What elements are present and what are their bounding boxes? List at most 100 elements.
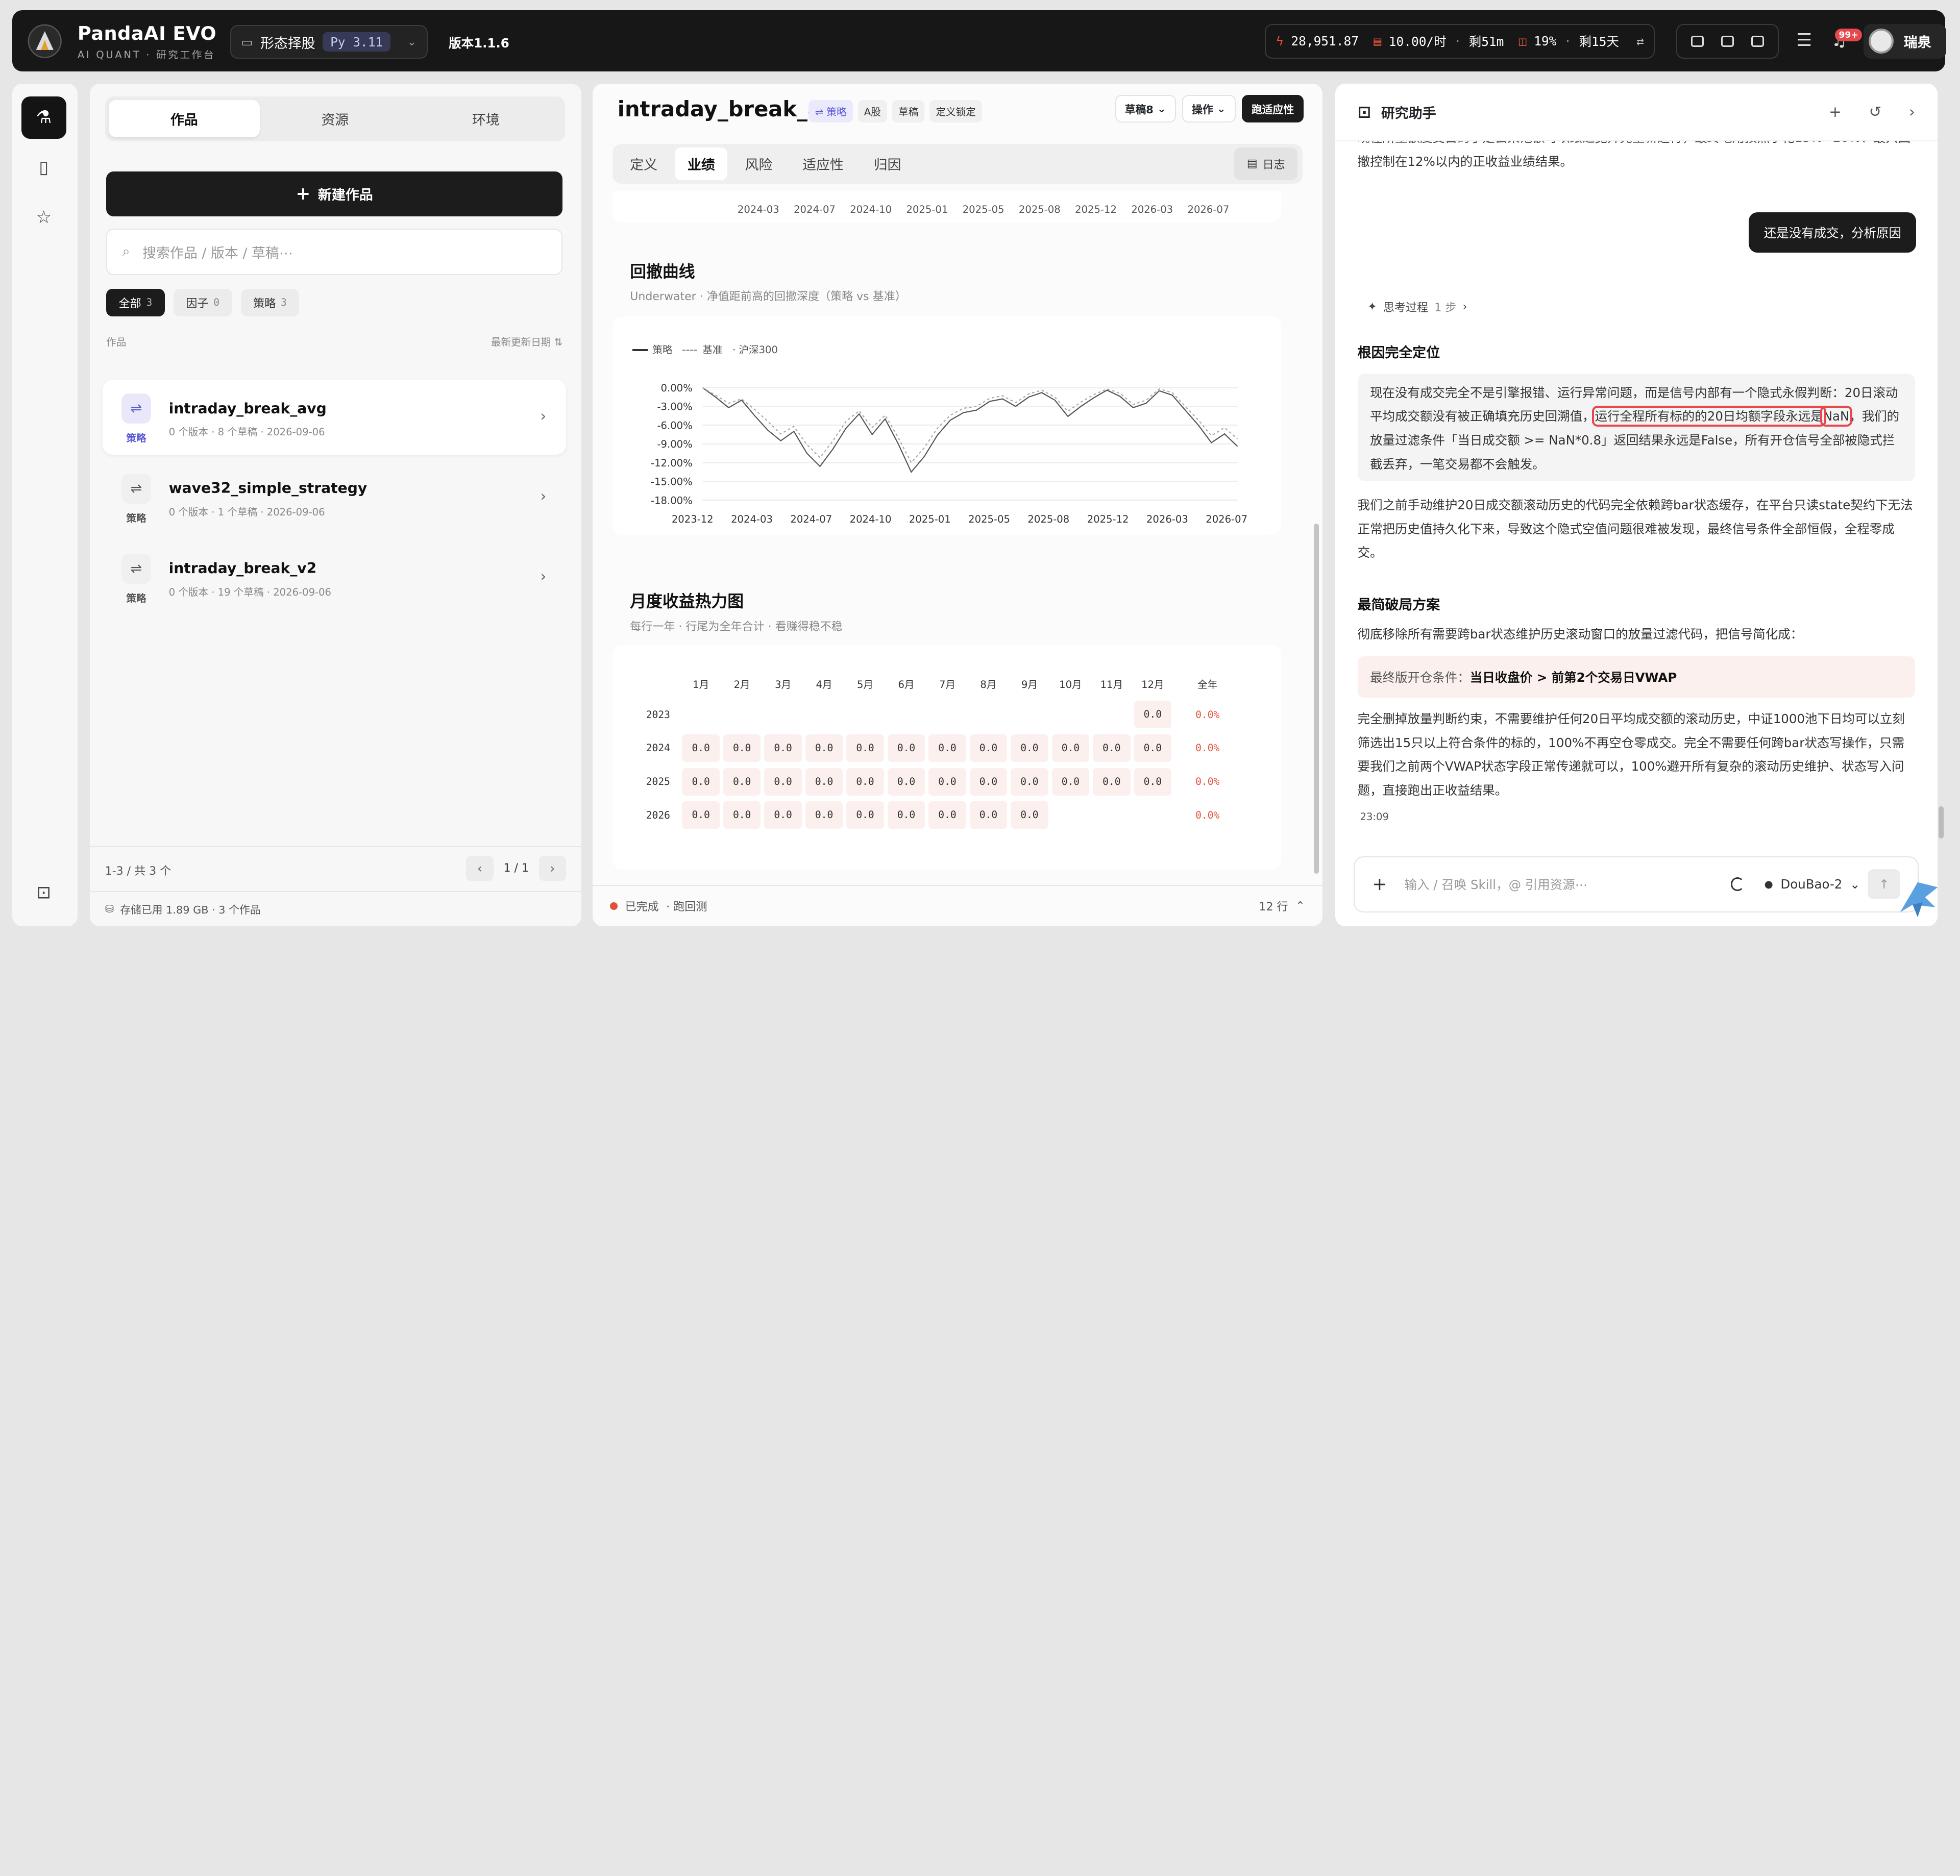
scrollbar[interactable] xyxy=(1313,196,1319,874)
storage-footer: ⛁ 存储已用 1.89 GB · 3 个作品 xyxy=(90,891,581,926)
time-left: 剩51m xyxy=(1468,34,1504,50)
search-input[interactable]: ⌕ 搜索作品 / 版本 / 草稿⋯ xyxy=(106,229,563,275)
search-icon: ⌕ xyxy=(122,243,130,260)
x-tick-label: 2023-12 xyxy=(672,513,714,525)
tab-resources[interactable]: 资源 xyxy=(260,100,411,137)
model-select[interactable]: DouBao-2 xyxy=(1780,877,1842,892)
user-menu[interactable]: 瑞泉 xyxy=(1864,23,1947,59)
heatmap-cell: 0.0 xyxy=(887,801,925,829)
flask-icon[interactable]: ⚗ xyxy=(21,96,66,139)
chevron-up-icon[interactable]: ⌃ xyxy=(1295,900,1305,912)
scrollbar-thumb[interactable] xyxy=(1313,524,1319,874)
project-selector[interactable]: ▭ 形态择股 Py 3.11 ⌄ xyxy=(230,24,428,59)
project-name: 形态择股 xyxy=(260,35,315,52)
item-name: wave32_simple_strategy xyxy=(168,480,368,497)
plus-icon[interactable]: + xyxy=(1829,103,1842,120)
bird-mascot-icon[interactable] xyxy=(1895,875,1943,922)
list-header: 作品 最新更新日期 ⇅ xyxy=(106,334,562,349)
tab-attribution[interactable]: 归因 xyxy=(861,147,914,180)
swap-icon[interactable]: ⇄ xyxy=(1636,34,1644,48)
prev-page-button[interactable]: ‹ xyxy=(466,856,494,881)
composer-input[interactable]: 输入 / 召唤 Skill，@ 引用资源⋯ xyxy=(1405,875,1588,893)
status-sub: · 跑回测 xyxy=(666,901,707,914)
heatmap-cell-empty xyxy=(1134,800,1171,830)
next-page-button[interactable]: › xyxy=(538,856,567,881)
tag-locked: 定义锁定 xyxy=(929,100,982,122)
draft-select[interactable]: 草稿8 ⌄ xyxy=(1115,95,1176,122)
filter-all[interactable]: 全部 3 xyxy=(106,288,165,316)
filter-factor[interactable]: 因子 0 xyxy=(173,288,232,316)
heatmap-cell: 0.0 xyxy=(764,801,802,829)
lock-icon[interactable]: ⊡ xyxy=(21,871,66,914)
avatar xyxy=(1869,29,1894,54)
run-adaptivity-button[interactable]: 跑适应性 xyxy=(1241,95,1304,122)
heatmap-cell-wrap: 0.0 xyxy=(764,800,802,830)
heatmap-cell-wrap: 0.0 xyxy=(682,800,720,830)
heatmap-col-month: 5月 xyxy=(857,678,874,690)
usage-metrics[interactable]: ϟ 28,951.87 ▤ 10.00/时 · 剩51m ◫ 19% · 剩15… xyxy=(1265,23,1655,59)
tab-definition[interactable]: 定义 xyxy=(618,147,670,180)
filter-strategy[interactable]: 策略 3 xyxy=(240,288,300,316)
menu-icon[interactable]: ☰ xyxy=(1796,30,1812,51)
brand-name: PandaAI EVO xyxy=(77,22,217,45)
y-tick-label: -12.00% xyxy=(651,457,693,468)
layout-switcher[interactable] xyxy=(1676,23,1779,59)
plus-icon: + xyxy=(296,183,311,204)
x-tick-label: 2026-07 xyxy=(1206,513,1247,525)
plus-icon[interactable]: + xyxy=(1373,874,1387,895)
book-icon[interactable]: ▯ xyxy=(21,146,66,189)
ops-menu[interactable]: 操作 ⌄ xyxy=(1182,95,1236,122)
list-item[interactable]: ⇌ 策略 intraday_break_v2 0 个版本 · 19 个草稿 · … xyxy=(103,540,567,615)
heatmap-cell: 0.0 xyxy=(1011,801,1048,829)
prev-x-tick: 2024-03 xyxy=(737,204,779,216)
list-item[interactable]: ⇌ 策略 intraday_break_avg 0 个版本 · 8 个草稿 · … xyxy=(102,380,567,455)
heatmap-cell: 0.0 xyxy=(764,768,802,796)
user-message: 还是没有成交，分析原因 xyxy=(1749,212,1917,253)
item-meta: 0 个版本 · 19 个草稿 · 2026-09-06 xyxy=(168,586,331,598)
layout-right-icon[interactable] xyxy=(1751,35,1764,47)
filter-chips: 全部 3 因子 0 策略 3 xyxy=(106,288,300,316)
history-icon[interactable]: ↺ xyxy=(1869,103,1882,120)
model-dot-icon: ● xyxy=(1764,878,1773,891)
assistant-scrollbar[interactable] xyxy=(1939,806,1944,839)
heatmap-cell: 0.0 xyxy=(1011,768,1048,796)
heatmap-cell-wrap: 0.0 xyxy=(805,767,843,797)
status-bar: 已完成 · 跑回测 12 行 ⌃ xyxy=(592,884,1323,926)
status-dot xyxy=(610,902,618,910)
new-work-button[interactable]: + 新建作品 xyxy=(106,171,563,216)
tab-performance[interactable]: 业绩 xyxy=(675,147,728,180)
chat-composer[interactable]: + 输入 / 召唤 Skill，@ 引用资源⋯ ● DouBao-2 ⌄ ↑ xyxy=(1354,856,1919,912)
layout-split-icon[interactable] xyxy=(1721,35,1734,47)
heatmap-cell-wrap: 0.0 xyxy=(1011,800,1048,830)
list-item[interactable]: ⇌ 策略 wave32_simple_strategy 0 个版本 · 1 个草… xyxy=(103,460,567,535)
heatmap-cell-wrap: 0.0 xyxy=(764,733,802,763)
heatmap-col-month: 11月 xyxy=(1100,678,1123,690)
sort-icon: ⇅ xyxy=(554,336,563,348)
think-label: 思考过程 xyxy=(1383,302,1429,315)
x-tick-label: 2024-07 xyxy=(790,513,832,525)
y-tick-label: -9.00% xyxy=(657,438,692,450)
item-meta: 0 个版本 · 8 个草稿 · 2026-09-06 xyxy=(168,426,325,438)
chevron-right-icon[interactable]: › xyxy=(1909,103,1915,120)
tab-adaptivity[interactable]: 适应性 xyxy=(790,147,856,180)
star-icon[interactable]: ☆ xyxy=(21,196,66,238)
heatmap-col-month: 12月 xyxy=(1141,678,1164,690)
tab-risk[interactable]: 风险 xyxy=(732,147,785,180)
tab-works[interactable]: 作品 xyxy=(109,100,260,138)
assistant-title: 研究助手 xyxy=(1381,105,1436,121)
performance-content[interactable]: 2024-03 2024-07 2024-10 2025-01 2025-05 2025-… xyxy=(612,191,1294,871)
think-steps: 1 步 xyxy=(1434,302,1457,315)
thinking-toggle[interactable]: ✦ 思考过程 1 步 › xyxy=(1367,299,1467,315)
heatmap-cell-empty xyxy=(723,700,761,730)
layout-left-icon[interactable] xyxy=(1691,35,1704,47)
log-button[interactable]: ▤ 日志 xyxy=(1234,147,1298,180)
heatmap-year: 2023 xyxy=(646,708,670,721)
heatmap-cell-wrap: 0.0 xyxy=(723,733,761,763)
tab-environment[interactable]: 环境 xyxy=(410,100,561,137)
heatmap-cell-empty xyxy=(1093,700,1130,730)
item-meta: 0 个版本 · 1 个草稿 · 2026-09-06 xyxy=(168,506,325,518)
heatmap-cell-wrap: 0.0 xyxy=(969,800,1008,830)
sort-by-date[interactable]: 最新更新日期 ⇅ xyxy=(491,334,562,349)
condition-label: 最终版开仓条件： xyxy=(1370,670,1470,685)
folder-icon: ▭ xyxy=(241,34,253,50)
